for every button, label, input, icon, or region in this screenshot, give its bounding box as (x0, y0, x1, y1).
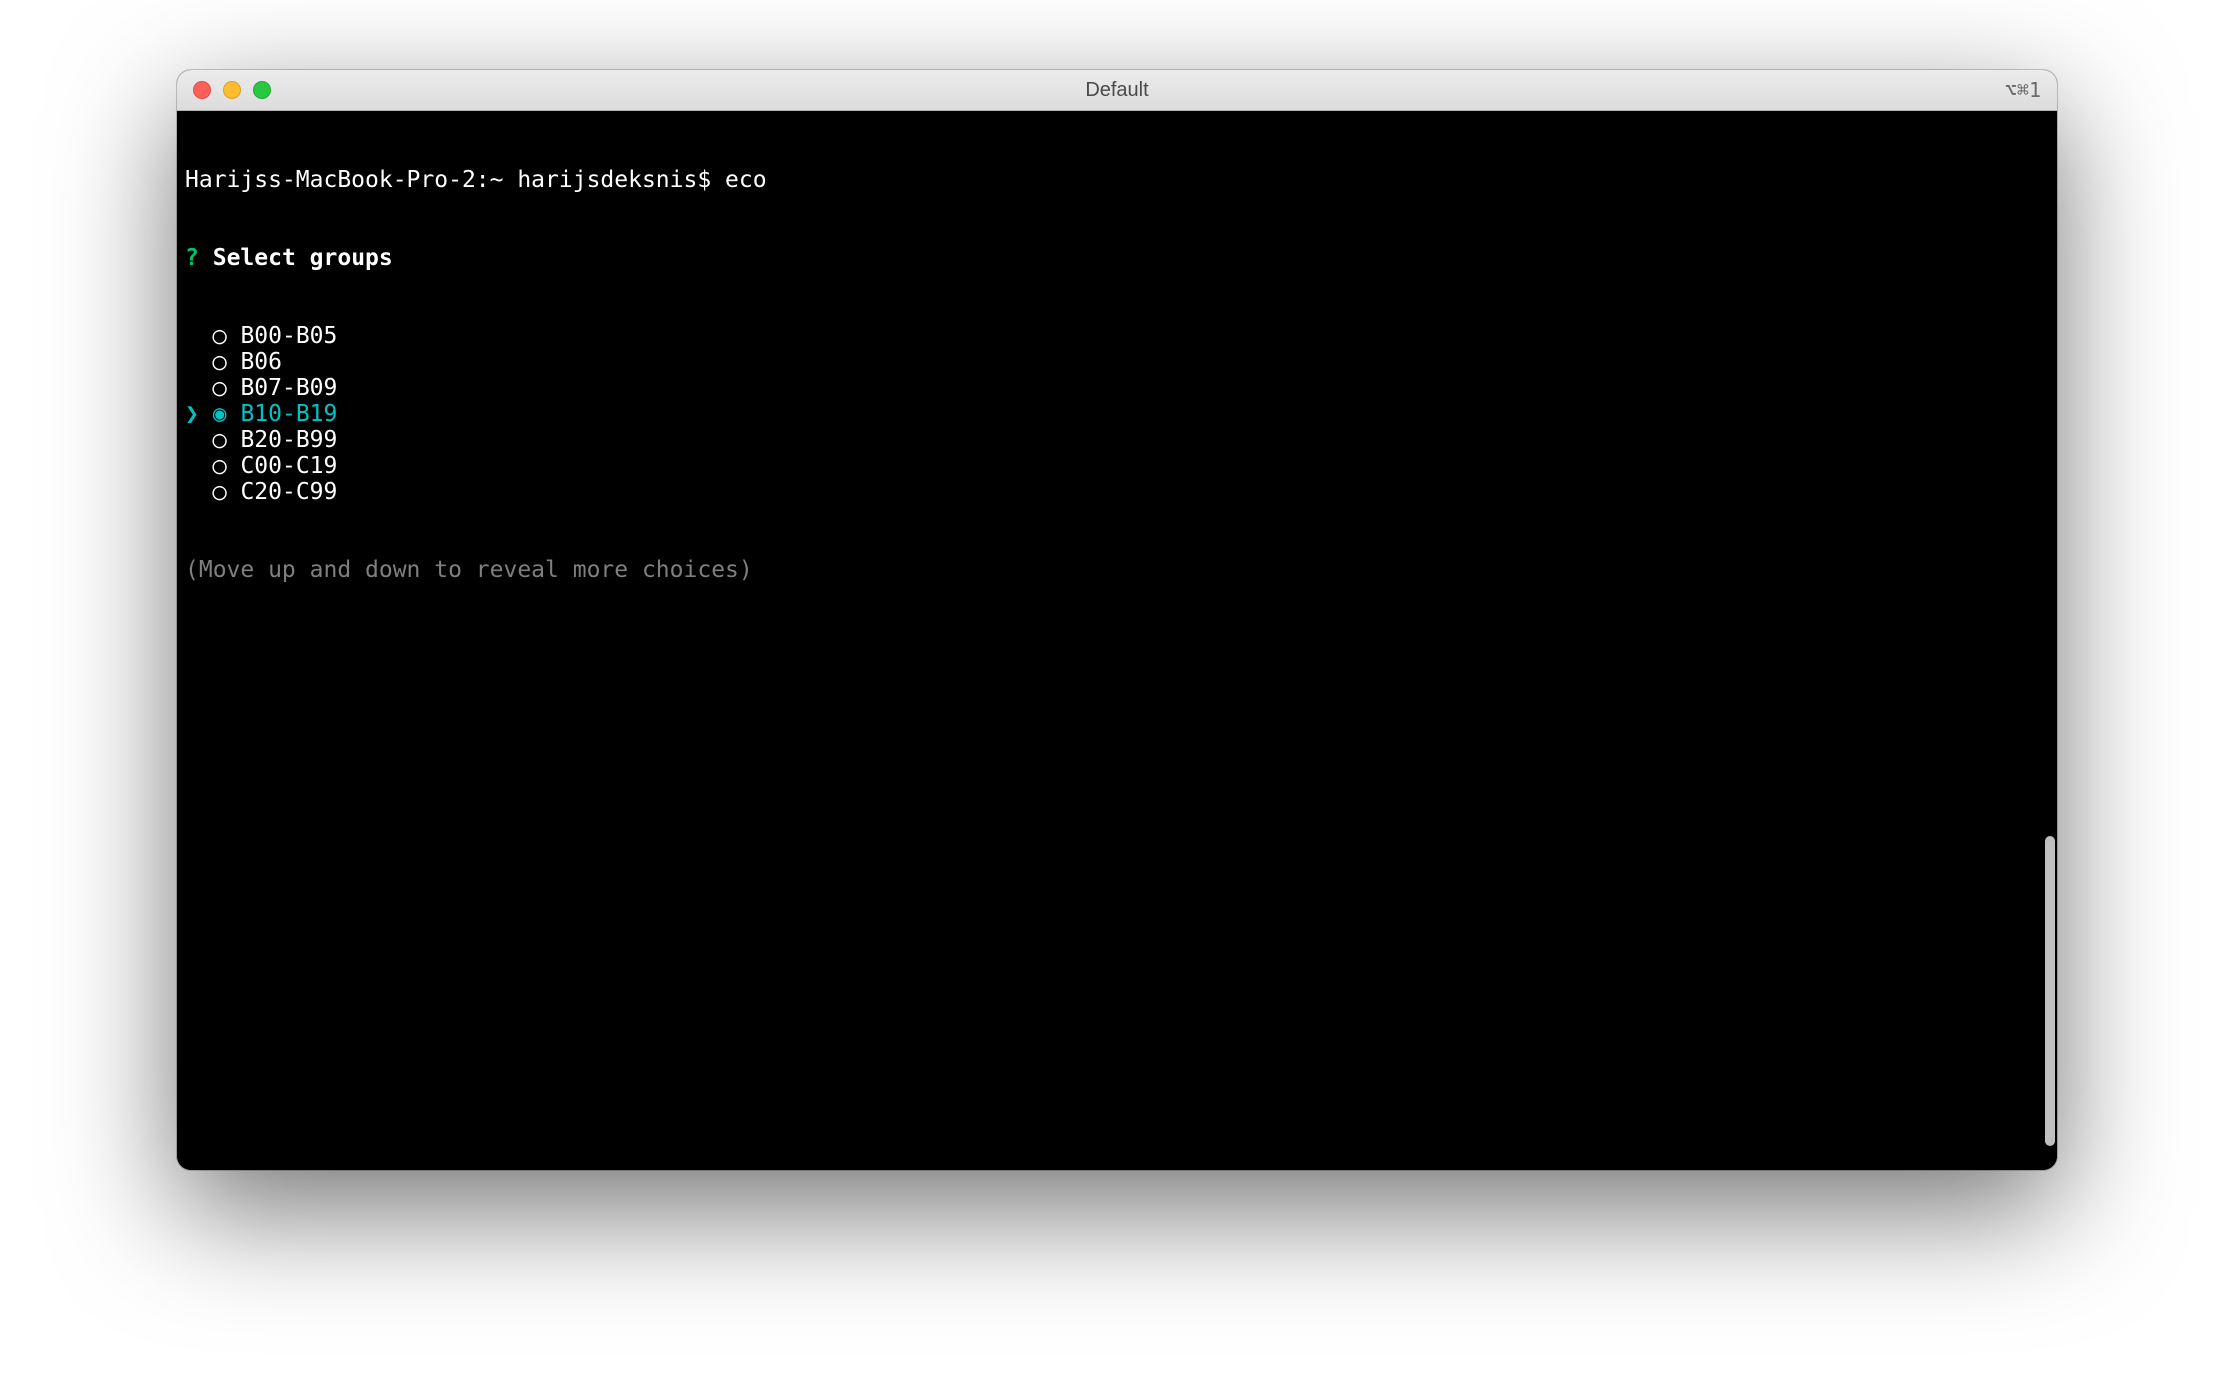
traffic-lights (177, 81, 271, 99)
pointer-icon: ❯ (185, 401, 199, 427)
radio-empty-icon[interactable]: ◯ (213, 375, 227, 401)
pointer-spacer (185, 427, 199, 453)
option-label: C20-C99 (240, 479, 337, 505)
window-title: Default (177, 79, 2057, 102)
pointer-spacer (185, 323, 199, 349)
terminal-window: Default ⌥⌘1 Harijss-MacBook-Pro-2:~ hari… (177, 70, 2057, 1170)
option-label: B07-B09 (240, 375, 337, 401)
option-row[interactable]: ◯ B06 (185, 349, 2049, 375)
radio-empty-icon[interactable]: ◯ (213, 349, 227, 375)
prompt-line: Harijss-MacBook-Pro-2:~ harijsdeksnis$ e… (185, 167, 2049, 193)
option-label: C00-C19 (240, 453, 337, 479)
question-line: ? Select groups (185, 245, 2049, 271)
option-row[interactable]: ◯ C20-C99 (185, 479, 2049, 505)
window-shortcut: ⌥⌘1 (2005, 78, 2057, 102)
option-row[interactable]: ◯ B07-B09 (185, 375, 2049, 401)
minimize-icon[interactable] (223, 81, 241, 99)
scrollbar-thumb[interactable] (2045, 836, 2055, 1146)
question-marker: ? (185, 245, 199, 271)
option-label: B20-B99 (240, 427, 337, 453)
pointer-spacer (185, 479, 199, 505)
option-row[interactable]: ◯ C00-C19 (185, 453, 2049, 479)
prompt-host: Harijss-MacBook-Pro-2:~ harijsdeksnis$ (185, 167, 725, 193)
radio-empty-icon[interactable]: ◯ (213, 453, 227, 479)
question-text: Select groups (213, 245, 393, 271)
scrollbar-track[interactable] (2041, 116, 2055, 1164)
close-icon[interactable] (193, 81, 211, 99)
option-row[interactable]: ❯ ◉ B10-B19 (185, 401, 2049, 427)
option-label: B06 (240, 349, 282, 375)
terminal-body[interactable]: Harijss-MacBook-Pro-2:~ harijsdeksnis$ e… (177, 111, 2057, 1170)
zoom-icon[interactable] (253, 81, 271, 99)
option-row[interactable]: ◯ B20-B99 (185, 427, 2049, 453)
pointer-spacer (185, 453, 199, 479)
radio-empty-icon[interactable]: ◯ (213, 427, 227, 453)
pointer-spacer (185, 375, 199, 401)
prompt-command: eco (725, 167, 767, 193)
pointer-spacer (185, 349, 199, 375)
options-list[interactable]: ◯ B00-B05 ◯ B06 ◯ B07-B09❯ ◉ B10-B19 ◯ B… (185, 323, 2049, 505)
option-label: B00-B05 (240, 323, 337, 349)
titlebar[interactable]: Default ⌥⌘1 (177, 70, 2057, 111)
hint-line: (Move up and down to reveal more choices… (185, 557, 2049, 583)
option-row[interactable]: ◯ B00-B05 (185, 323, 2049, 349)
radio-empty-icon[interactable]: ◯ (213, 323, 227, 349)
option-label: B10-B19 (240, 401, 337, 427)
radio-empty-icon[interactable]: ◯ (213, 479, 227, 505)
radio-filled-icon[interactable]: ◉ (213, 401, 227, 427)
